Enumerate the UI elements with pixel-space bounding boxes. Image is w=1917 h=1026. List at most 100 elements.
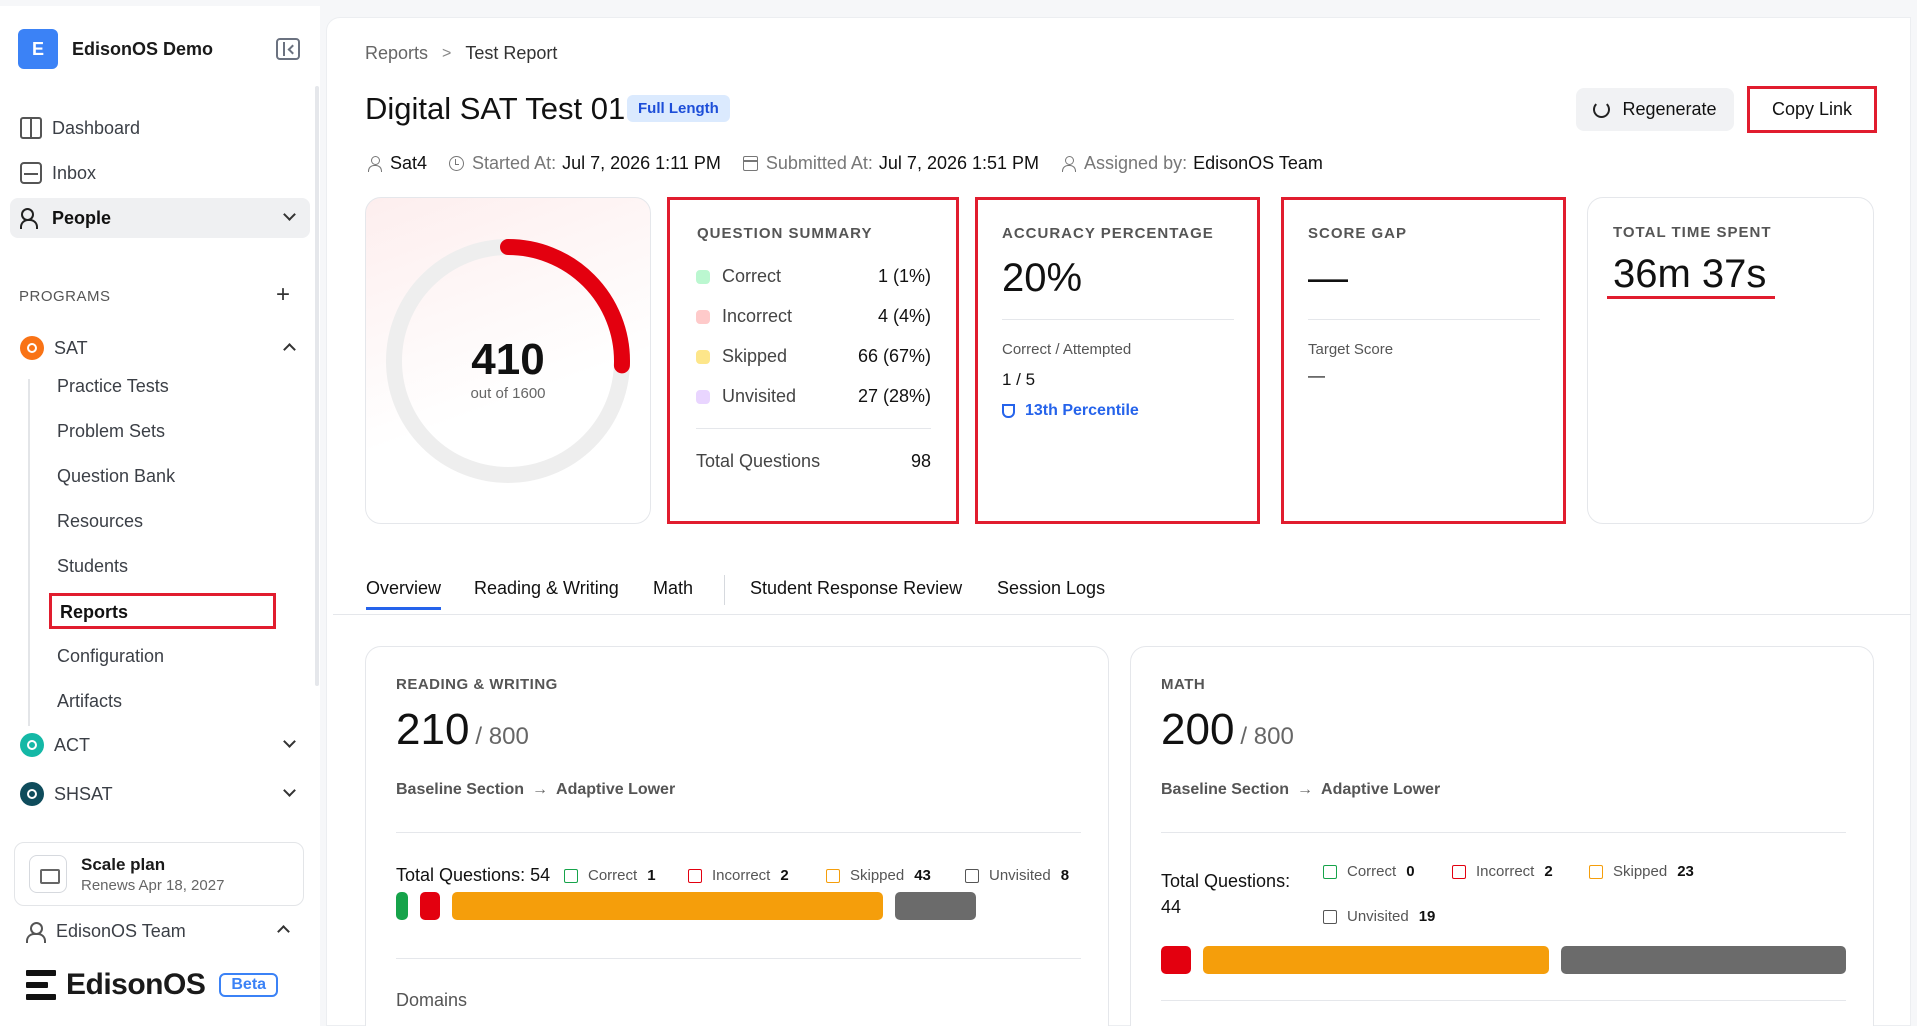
- team-name: EdisonOS Team: [56, 921, 186, 941]
- skipped-swatch-icon: [826, 868, 840, 883]
- rw-divider: [396, 832, 1081, 833]
- subnav-reports[interactable]: Reports: [49, 593, 276, 629]
- accuracy-sub-value: 1 / 5: [1002, 370, 1036, 389]
- brand-name: EdisonOS: [66, 968, 206, 1001]
- rw-score-max: / 800: [475, 723, 529, 750]
- chevron-up-icon: [277, 925, 290, 938]
- workspace-switcher[interactable]: E EdisonOS Demo: [18, 28, 300, 70]
- target-score-label: Target Score: [1308, 341, 1394, 358]
- people-icon: [20, 207, 42, 229]
- legend-label: Skipped: [1613, 863, 1668, 880]
- program-shsat[interactable]: SHSAT: [10, 774, 310, 814]
- report-tabs: Overview Reading & Writing Math Student …: [333, 575, 1911, 615]
- subnav-artifacts[interactable]: Artifacts: [57, 686, 122, 716]
- legend-count: 1: [647, 867, 656, 884]
- started-value: Jul 7, 2026 1:11 PM: [562, 153, 721, 173]
- plan-name: Scale plan: [81, 854, 166, 874]
- nav-dashboard[interactable]: Dashboard: [10, 108, 310, 148]
- rw-legend-correct: Correct 1: [564, 867, 656, 884]
- rw-unvisited-bar: [895, 892, 976, 920]
- target-score-value: —: [1308, 366, 1325, 385]
- rw-total-questions: Total Questions: 54: [396, 865, 551, 885]
- score-max-label: out of 1600: [470, 385, 545, 402]
- assigned-label: Assigned by:: [1084, 153, 1188, 173]
- math-skipped-bar: [1203, 946, 1549, 974]
- nav-label: Dashboard: [52, 117, 141, 138]
- score-gap-title: SCORE GAP: [1308, 225, 1408, 242]
- score-ring: 410 out of 1600: [386, 239, 630, 483]
- sat-icon: [20, 336, 44, 360]
- legend-label: Unvisited: [1347, 908, 1409, 925]
- copy-link-button[interactable]: Copy Link: [1747, 86, 1877, 133]
- rw-incorrect-bar: [420, 892, 441, 920]
- reading-writing-panel: READING & WRITING 210/ 800 Baseline Sect…: [365, 646, 1109, 1026]
- skipped-swatch-icon: [1589, 864, 1603, 879]
- tab-math[interactable]: Math: [653, 578, 693, 599]
- legend-count: 19: [1418, 908, 1436, 925]
- percentile-link[interactable]: 13th Percentile: [1002, 402, 1139, 420]
- correct-swatch-icon: [564, 868, 578, 883]
- act-icon: [20, 733, 44, 757]
- score-value: 410: [471, 335, 544, 384]
- unvisited-dot: [696, 389, 710, 404]
- math-total-value: 44: [1161, 897, 1182, 917]
- summary-row-total: Total Questions 98: [696, 451, 931, 472]
- rw-score-value: 210: [396, 705, 470, 754]
- subnav-configuration[interactable]: Configuration: [57, 641, 164, 671]
- team-menu[interactable]: EdisonOS Team: [26, 921, 296, 943]
- plan-card[interactable]: Scale plan Renews Apr 18, 2027: [14, 842, 304, 906]
- add-program-icon[interactable]: +: [276, 283, 290, 307]
- program-sat[interactable]: SAT: [10, 328, 310, 368]
- nav-people[interactable]: People: [10, 198, 310, 238]
- subnav-resources[interactable]: Resources: [57, 506, 143, 536]
- sidebar: E EdisonOS Demo Dashboard Inbox People P…: [0, 6, 320, 1026]
- started-label: Started At:: [472, 153, 557, 173]
- subnav-students[interactable]: Students: [57, 551, 128, 581]
- tab-overview[interactable]: Overview: [366, 578, 442, 610]
- workspace-name: EdisonOS Demo: [72, 38, 214, 59]
- meta-assigned: Assigned by: EdisonOS Team: [1061, 153, 1323, 174]
- math-unvisited-bar: [1560, 946, 1846, 974]
- subnav-line: [28, 379, 30, 726]
- subnav-practice-tests[interactable]: Practice Tests: [57, 371, 169, 401]
- student-name: Sat4: [390, 153, 428, 173]
- score-gap-divider: [1308, 319, 1540, 320]
- legend-count: 2: [780, 867, 789, 884]
- breadcrumb-current: Test Report: [465, 43, 558, 63]
- total-score-card: 410 out of 1600: [365, 197, 651, 524]
- time-spent-value: 36m 37s: [1613, 252, 1767, 296]
- billing-card-icon: [29, 855, 67, 893]
- incorrect-swatch-icon: [1452, 864, 1466, 879]
- math-title: MATH: [1161, 676, 1206, 693]
- accuracy-sub-label: Correct / Attempted: [1002, 341, 1132, 358]
- summary-value: 1 (1%): [877, 266, 931, 286]
- program-act[interactable]: ACT: [10, 725, 310, 765]
- math-module-path: Baseline Section → Adaptive Lower: [1161, 781, 1440, 799]
- subnav-problem-sets[interactable]: Problem Sets: [57, 416, 165, 446]
- person-icon: [367, 156, 382, 172]
- report-meta: Sat4 Started At: Jul 7, 2026 1:11 PM Sub…: [367, 153, 1345, 174]
- nav-inbox[interactable]: Inbox: [10, 153, 310, 193]
- question-summary-card: QUESTION SUMMARY Correct 1 (1%) Incorrec…: [667, 197, 959, 524]
- math-panel: MATH 200/ 800 Baseline Section → Adaptive …: [1130, 646, 1874, 1026]
- user-icon: [26, 921, 46, 943]
- program-label: SHSAT: [54, 783, 113, 804]
- inbox-icon: [20, 162, 42, 184]
- regenerate-button[interactable]: Regenerate: [1576, 88, 1734, 131]
- arrow-right-icon: →: [1297, 781, 1314, 798]
- tab-session-logs[interactable]: Session Logs: [997, 578, 1105, 599]
- total-questions-label: Total Questions: [696, 451, 821, 471]
- math-total-label: Total Questions:: [1161, 871, 1291, 891]
- math-score-value: 200: [1161, 705, 1235, 754]
- subnav-question-bank[interactable]: Question Bank: [57, 461, 175, 491]
- program-label: SAT: [54, 337, 88, 358]
- tab-reading-writing[interactable]: Reading & Writing: [474, 578, 619, 599]
- tab-student-response-review[interactable]: Student Response Review: [750, 578, 962, 599]
- math-to: Adaptive Lower: [1321, 781, 1441, 798]
- collapse-sidebar-icon[interactable]: [276, 38, 300, 60]
- accuracy-divider: [1002, 319, 1234, 320]
- breadcrumb-reports[interactable]: Reports: [365, 43, 428, 64]
- sidebar-scrollbar[interactable]: [315, 86, 319, 686]
- rw-from: Baseline Section: [396, 781, 525, 798]
- legend-label: Skipped: [850, 867, 905, 884]
